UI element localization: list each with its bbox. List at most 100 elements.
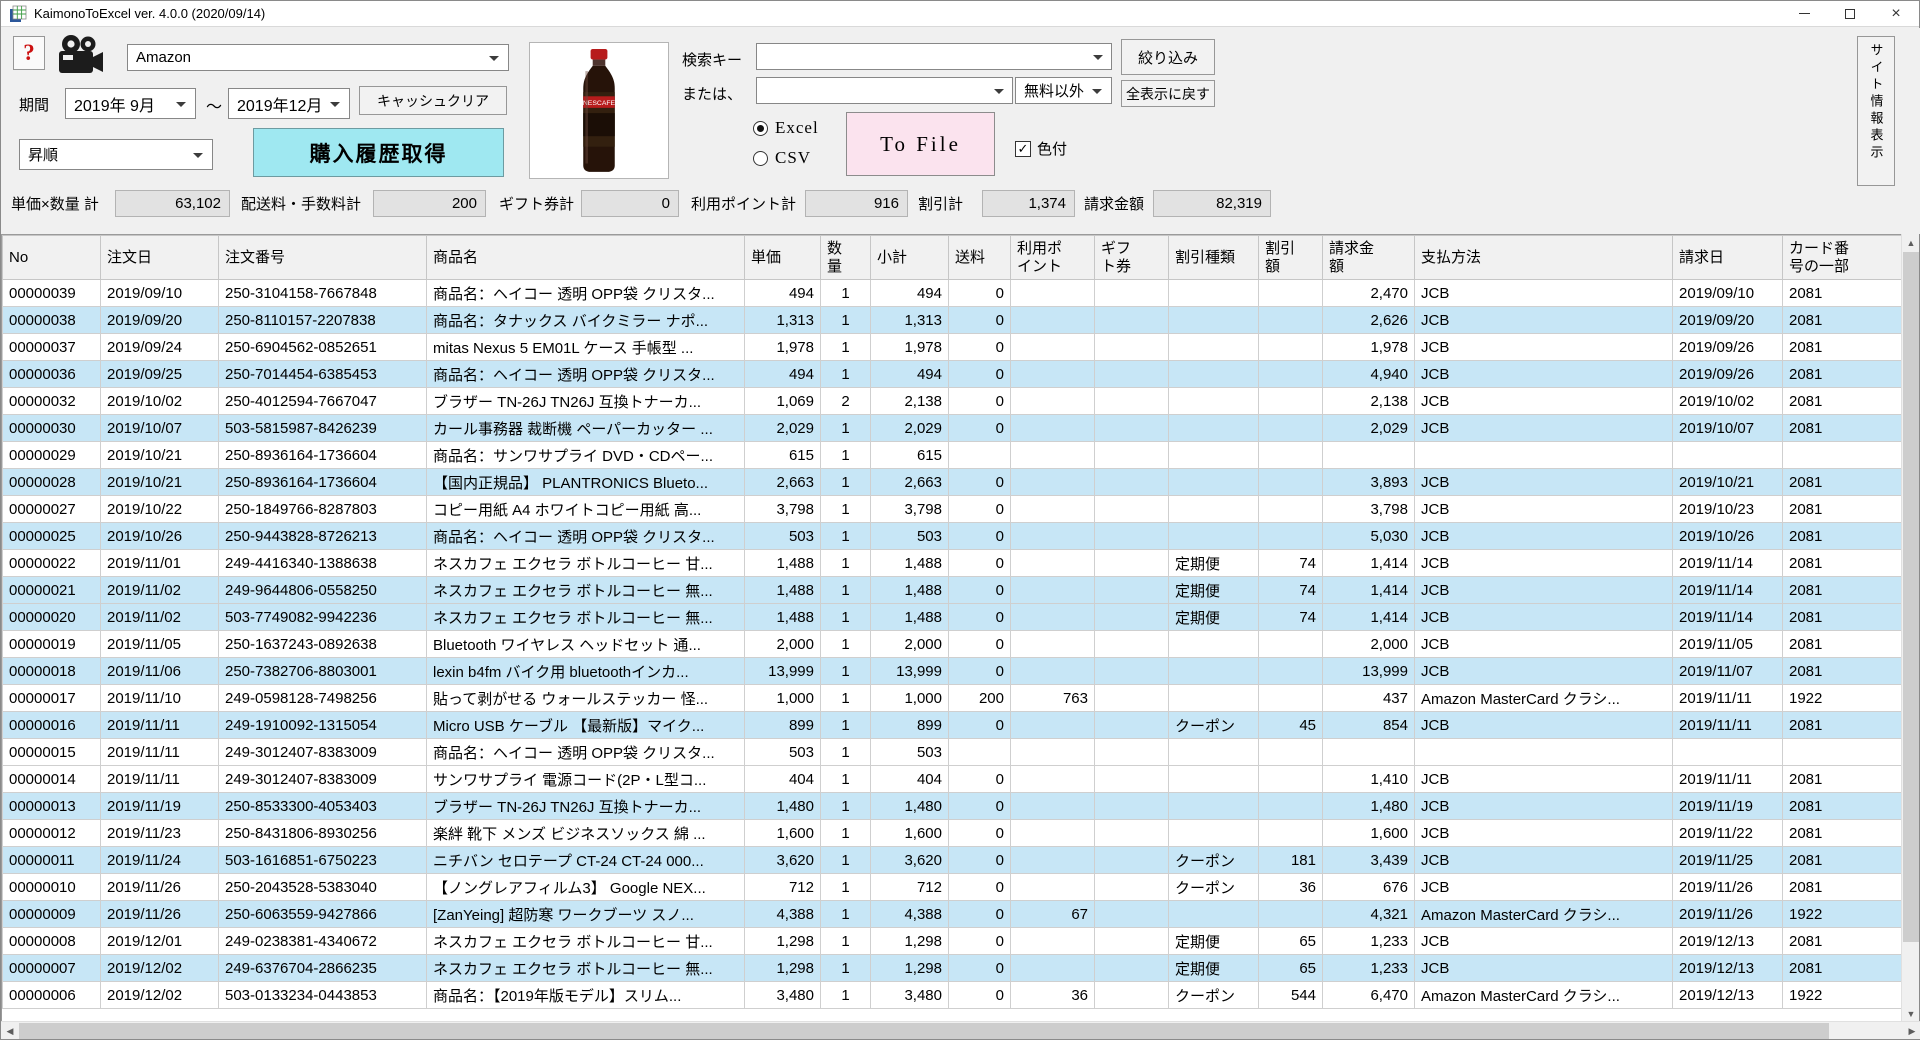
column-header-order-number[interactable]: 注文番号 <box>219 236 427 280</box>
table-row[interactable]: 000000382019/09/20250-8110157-2207838商品名… <box>3 307 1904 334</box>
cell-discount-amount: 181 <box>1259 847 1323 874</box>
cell-quantity: 1 <box>821 415 871 442</box>
table-row[interactable]: 000000082019/12/01249-0238381-4340672ネスカ… <box>3 928 1904 955</box>
cell-no: 00000020 <box>3 604 101 631</box>
period-to-select[interactable]: 2019年12月 <box>228 88 350 119</box>
column-header-discount-type[interactable]: 割引種類 <box>1169 236 1259 280</box>
search-key-combo[interactable] <box>756 43 1112 70</box>
scroll-up-arrow-icon[interactable]: ▲ <box>1902 234 1920 252</box>
column-header-product-name[interactable]: 商品名 <box>427 236 745 280</box>
cell-order-number: 249-0598128-7498256 <box>219 685 427 712</box>
cell-discount-amount: 65 <box>1259 928 1323 955</box>
table-row[interactable]: 000000172019/11/10249-0598128-7498256貼って… <box>3 685 1904 712</box>
column-header-order-date[interactable]: 注文日 <box>101 236 219 280</box>
scroll-left-arrow-icon[interactable]: ◀ <box>1 1022 19 1040</box>
column-header-points-used[interactable]: 利用ポ イント <box>1011 236 1095 280</box>
cell-discount-amount: 36 <box>1259 874 1323 901</box>
table-row[interactable]: 000000072019/12/02249-6376704-2866235ネスカ… <box>3 955 1904 982</box>
cell-no: 00000028 <box>3 469 101 496</box>
free-filter-select[interactable]: 無料以外 <box>1015 77 1112 104</box>
table-row[interactable]: 000000322019/10/02250-4012594-7667047ブラザ… <box>3 388 1904 415</box>
show-all-button[interactable]: 全表示に戻す <box>1121 80 1215 107</box>
table-row[interactable]: 000000162019/11/11249-1910092-1315054Mic… <box>3 712 1904 739</box>
or-input[interactable] <box>756 77 1013 104</box>
table-row[interactable]: 000000062019/12/02503-0133234-0443853商品名… <box>3 982 1904 1009</box>
summary-item: ギフト券計0 <box>499 190 679 217</box>
search-key-input[interactable] <box>756 43 1112 70</box>
scroll-right-arrow-icon[interactable]: ▶ <box>1903 1022 1920 1040</box>
cell-quantity: 1 <box>821 685 871 712</box>
sort-order-select[interactable]: 昇順 <box>19 139 213 170</box>
site-select[interactable]: Amazon <box>127 44 509 71</box>
cell-subtotal: 1,488 <box>871 604 949 631</box>
summary-item: 請求金額82,319 <box>1084 190 1271 217</box>
cell-order-number: 250-6904562-0852651 <box>219 334 427 361</box>
close-button[interactable]: × <box>1873 1 1919 27</box>
table-row[interactable]: 000000252019/10/26250-9443828-8726213商品名… <box>3 523 1904 550</box>
radio-excel-label: Excel <box>775 118 819 138</box>
column-header-quantity[interactable]: 数 量 <box>821 236 871 280</box>
column-header-gift-card[interactable]: ギフ ト券 <box>1095 236 1169 280</box>
cell-product-name: 商品名：ヘイコー 透明 OPP袋 クリスタ... <box>427 523 745 550</box>
column-header-billed-amount[interactable]: 請求金 額 <box>1323 236 1415 280</box>
vertical-scrollbar-thumb[interactable] <box>1903 252 1919 942</box>
table-row[interactable]: 000000092019/11/26250-6063559-9427866[Za… <box>3 901 1904 928</box>
radio-csv[interactable]: CSV <box>753 148 811 168</box>
column-header-payment-method[interactable]: 支払方法 <box>1415 236 1673 280</box>
cell-points-used <box>1011 496 1095 523</box>
colored-checkbox[interactable]: ✓ 色付 <box>1015 138 1067 159</box>
table-row[interactable]: 000000192019/11/05250-1637243-0892638Blu… <box>3 631 1904 658</box>
cell-product-name: 商品名：タナックス バイクミラー ナポ... <box>427 307 745 334</box>
cell-billed-amount: 1,233 <box>1323 955 1415 982</box>
orders-table-container: No注文日注文番号商品名単価数 量小計送料利用ポ イントギフ ト券割引種類割引 … <box>1 234 1903 1023</box>
table-row[interactable]: 000000202019/11/02503-7749082-9942236ネスカ… <box>3 604 1904 631</box>
to-file-button[interactable]: To File <box>846 112 995 176</box>
column-header-unit-price[interactable]: 単価 <box>745 236 821 280</box>
cache-clear-button[interactable]: キャッシュクリア <box>359 86 507 115</box>
column-header-no[interactable]: No <box>3 236 101 280</box>
table-row[interactable]: 000000362019/09/25250-7014454-6385453商品名… <box>3 361 1904 388</box>
table-row[interactable]: 000000112019/11/24503-1616851-6750223ニチバ… <box>3 847 1904 874</box>
table-row[interactable]: 000000102019/11/26250-2043528-5383040【ノン… <box>3 874 1904 901</box>
column-header-subtotal[interactable]: 小計 <box>871 236 949 280</box>
cell-discount-amount: 74 <box>1259 577 1323 604</box>
table-row[interactable]: 000000142019/11/11249-3012407-8383009サンワ… <box>3 766 1904 793</box>
table-row[interactable]: 000000132019/11/19250-8533300-4053403ブラザ… <box>3 793 1904 820</box>
table-row[interactable]: 000000122019/11/23250-8431806-8930256楽絆 … <box>3 820 1904 847</box>
column-header-card-number-part[interactable]: カード番 号の一部 <box>1783 236 1904 280</box>
table-row[interactable]: 000000372019/09/24250-6904562-0852651mit… <box>3 334 1904 361</box>
table-row[interactable]: 000000292019/10/21250-8936164-1736604商品名… <box>3 442 1904 469</box>
minimize-button[interactable] <box>1781 1 1827 27</box>
cell-order-date: 2019/10/07 <box>101 415 219 442</box>
table-row[interactable]: 000000272019/10/22250-1849766-8287803コピー… <box>3 496 1904 523</box>
period-from-select[interactable]: 2019年 9月 <box>65 88 196 119</box>
cell-gift-card <box>1095 388 1169 415</box>
column-header-billing-date[interactable]: 請求日 <box>1673 236 1783 280</box>
cell-billing-date: 2019/09/26 <box>1673 361 1783 388</box>
site-info-button[interactable]: サイト情報表示 <box>1857 36 1895 186</box>
cell-unit-price: 1,313 <box>745 307 821 334</box>
or-combo[interactable] <box>756 77 1013 104</box>
maximize-button[interactable] <box>1827 1 1873 27</box>
horizontal-scrollbar[interactable]: ◀ ▶ <box>1 1021 1920 1039</box>
vertical-scrollbar[interactable]: ▲ ▼ <box>1901 234 1919 1023</box>
table-row[interactable]: 000000302019/10/07503-5815987-8426239カール… <box>3 415 1904 442</box>
cell-points-used <box>1011 334 1095 361</box>
horizontal-scrollbar-thumb[interactable] <box>19 1023 1829 1039</box>
help-button[interactable]: ? <box>13 36 45 70</box>
filter-button[interactable]: 絞り込み <box>1121 39 1215 75</box>
cell-billing-date: 2019/11/26 <box>1673 901 1783 928</box>
table-row[interactable]: 000000152019/11/11249-3012407-8383009商品名… <box>3 739 1904 766</box>
cell-billed-amount: 2,029 <box>1323 415 1415 442</box>
cell-order-date: 2019/11/05 <box>101 631 219 658</box>
table-row[interactable]: 000000392019/09/10250-3104158-7667848商品名… <box>3 280 1904 307</box>
fetch-history-button[interactable]: 購入履歴取得 <box>253 128 504 177</box>
column-header-shipping[interactable]: 送料 <box>949 236 1011 280</box>
radio-excel[interactable]: Excel <box>753 118 819 138</box>
table-row[interactable]: 000000212019/11/02249-9644806-0558250ネスカ… <box>3 577 1904 604</box>
table-row[interactable]: 000000222019/11/01249-4416340-1388638ネスカ… <box>3 550 1904 577</box>
table-row[interactable]: 000000182019/11/06250-7382706-8803001lex… <box>3 658 1904 685</box>
cell-discount-amount <box>1259 523 1323 550</box>
table-row[interactable]: 000000282019/10/21250-8936164-1736604【国内… <box>3 469 1904 496</box>
column-header-discount-amount[interactable]: 割引 額 <box>1259 236 1323 280</box>
